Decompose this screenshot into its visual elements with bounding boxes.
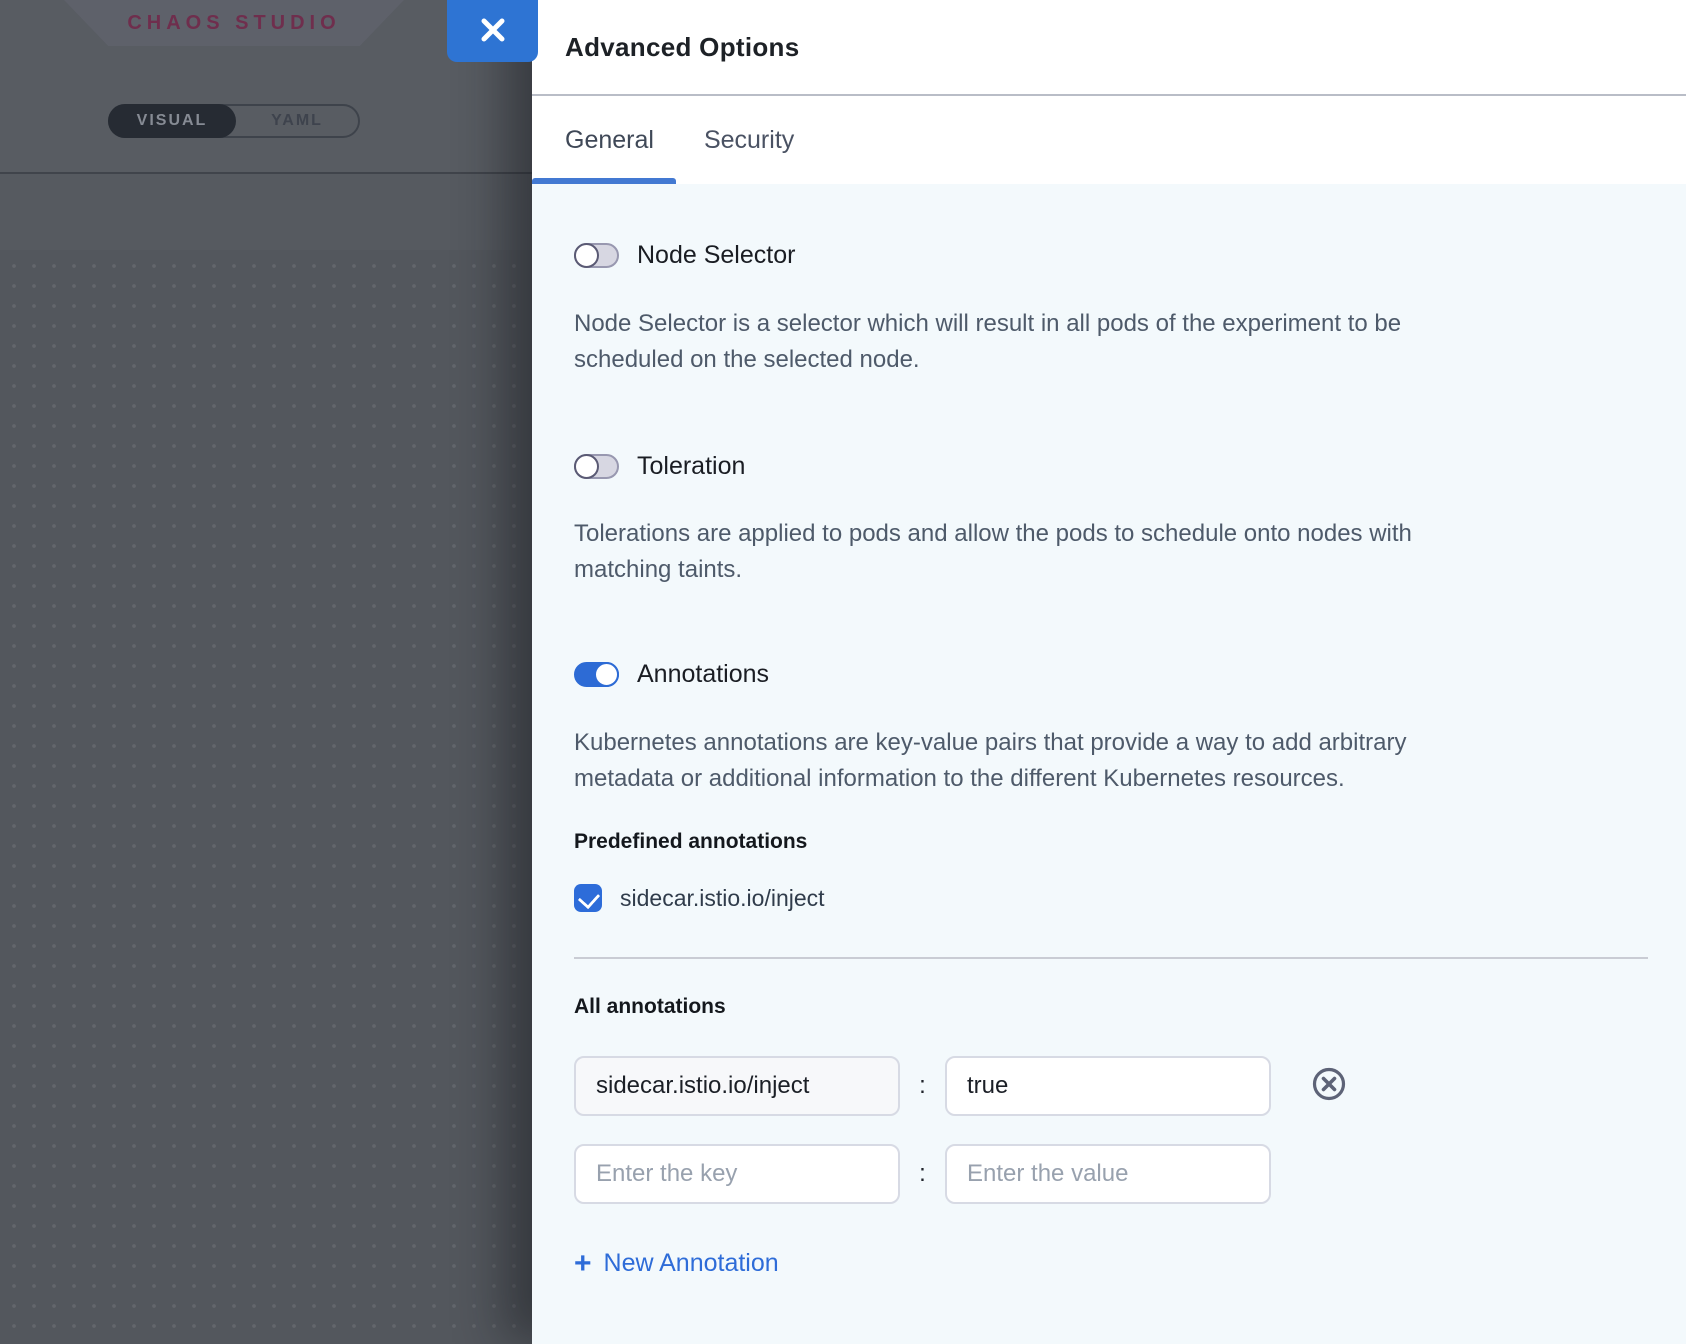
tab-general-label: General bbox=[565, 126, 654, 155]
toggle-knob bbox=[574, 243, 599, 268]
annotations-label: Annotations bbox=[637, 660, 769, 689]
new-annotation-label: New Annotation bbox=[604, 1249, 779, 1278]
studio-title: CHAOS STUDIO bbox=[64, 0, 404, 46]
advanced-options-drawer: Advanced Options General Security Node S… bbox=[532, 0, 1686, 1344]
circle-x-icon bbox=[1312, 1067, 1346, 1106]
node-selector-label: Node Selector bbox=[637, 241, 795, 270]
new-annotation-value-input[interactable] bbox=[945, 1144, 1271, 1204]
sidecar-inject-checkbox-label: sidecar.istio.io/inject bbox=[620, 885, 825, 912]
yaml-toggle-option[interactable]: YAML bbox=[236, 106, 358, 136]
node-selector-row: Node Selector bbox=[574, 241, 1648, 270]
toleration-row: Toleration bbox=[574, 452, 1648, 481]
tab-general[interactable]: General bbox=[532, 96, 676, 184]
close-icon bbox=[479, 16, 507, 47]
plus-icon: + bbox=[574, 1251, 592, 1276]
predefined-annotation-option: sidecar.istio.io/inject bbox=[574, 884, 1648, 912]
annotations-description: Kubernetes annotations are key-value pai… bbox=[574, 725, 1648, 797]
new-annotation-button[interactable]: + New Annotation bbox=[574, 1249, 779, 1278]
drawer-title: Advanced Options bbox=[565, 32, 800, 63]
drawer-tabs: General Security bbox=[532, 96, 1686, 184]
new-annotation-key-input[interactable] bbox=[574, 1144, 900, 1204]
annotation-row: : bbox=[574, 1056, 1648, 1116]
toggle-knob bbox=[594, 662, 619, 687]
tab-security[interactable]: Security bbox=[682, 96, 816, 184]
experiment-canvas bbox=[0, 250, 532, 1344]
annotation-value-input[interactable] bbox=[945, 1056, 1271, 1116]
node-selector-toggle[interactable] bbox=[574, 243, 619, 268]
sidecar-inject-checkbox[interactable] bbox=[574, 884, 602, 912]
predefined-annotations-heading: Predefined annotations bbox=[574, 830, 1648, 854]
delete-annotation-button[interactable] bbox=[1312, 1069, 1346, 1103]
key-value-separator: : bbox=[900, 1160, 945, 1188]
annotation-row: : bbox=[574, 1144, 1648, 1204]
annotations-row: Annotations bbox=[574, 660, 1648, 689]
visual-toggle-option[interactable]: VISUAL bbox=[108, 104, 236, 138]
chaos-studio-background: CHAOS STUDIO VISUAL YAML bbox=[0, 0, 532, 1344]
annotations-toggle[interactable] bbox=[574, 662, 619, 687]
toleration-label: Toleration bbox=[637, 452, 745, 481]
visual-yaml-toggle[interactable]: VISUAL YAML bbox=[108, 104, 360, 138]
toleration-description: Tolerations are applied to pods and allo… bbox=[574, 516, 1648, 588]
all-annotations-heading: All annotations bbox=[574, 995, 1648, 1019]
drawer-header: Advanced Options bbox=[532, 0, 1686, 96]
toggle-knob bbox=[574, 454, 599, 479]
annotation-key-input[interactable] bbox=[574, 1056, 900, 1116]
key-value-separator: : bbox=[900, 1072, 945, 1100]
tab-security-label: Security bbox=[704, 126, 794, 155]
annotations-section-divider bbox=[574, 957, 1648, 959]
close-drawer-button[interactable] bbox=[447, 0, 538, 62]
toleration-toggle[interactable] bbox=[574, 454, 619, 479]
active-tab-underline bbox=[532, 178, 676, 184]
toolbar-band bbox=[0, 174, 532, 250]
drawer-content: Node Selector Node Selector is a selecto… bbox=[532, 241, 1686, 1278]
node-selector-description: Node Selector is a selector which will r… bbox=[574, 306, 1648, 378]
